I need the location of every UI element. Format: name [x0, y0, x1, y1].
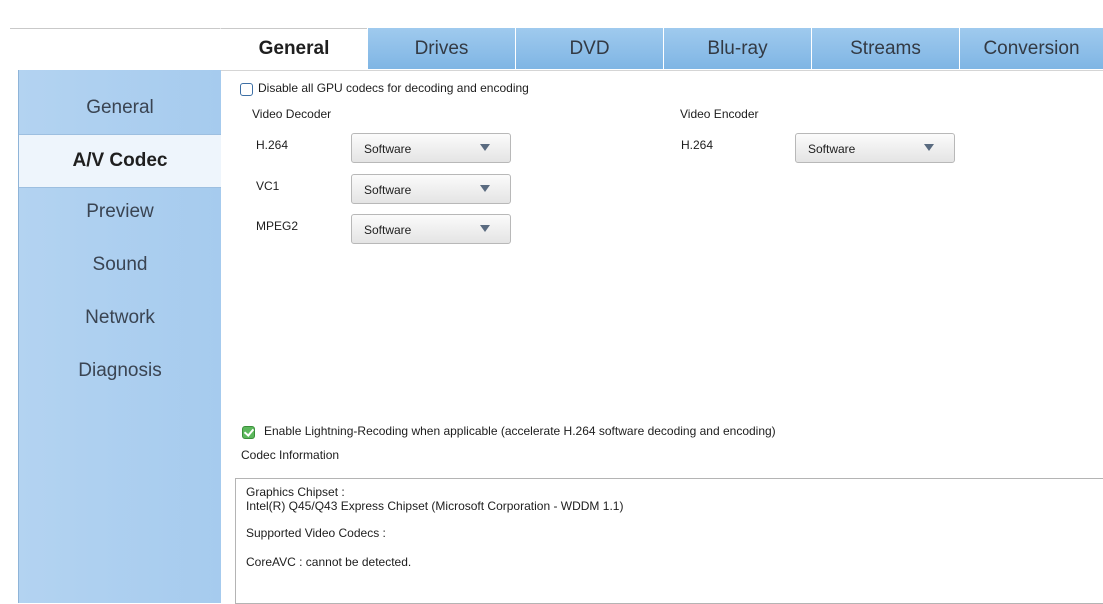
encoder-h264-select[interactable]: Software: [795, 133, 955, 163]
disable-gpu-label: Disable all GPU codecs for decoding and …: [258, 81, 529, 95]
lightning-recoding-label: Enable Lightning-Recoding when applicabl…: [264, 424, 776, 438]
chevron-down-icon: [480, 225, 490, 232]
tab-bar: General Drives DVD Blu-ray Streams Conve…: [10, 28, 1103, 71]
sidebar-item-sound[interactable]: Sound: [19, 239, 221, 291]
codec-info-title: Codec Information: [241, 448, 340, 462]
sidebar-item-network[interactable]: Network: [19, 292, 221, 344]
decoder-mpeg2-label: MPEG2: [256, 219, 299, 233]
disable-gpu-checkbox[interactable]: [240, 83, 253, 96]
chevron-down-icon: [480, 144, 490, 151]
decoder-mpeg2-select[interactable]: Software: [351, 214, 511, 244]
sidebar: General A/V Codec Preview Sound Network …: [18, 70, 221, 603]
tab-drives[interactable]: Drives: [367, 28, 515, 69]
tab-bar-spacer: [10, 28, 220, 71]
decoder-h264-label: H.264: [256, 138, 289, 152]
graphics-chipset-value: Intel(R) Q45/Q43 Express Chipset (Micros…: [246, 499, 624, 513]
tab-blu-ray[interactable]: Blu-ray: [663, 28, 811, 69]
decoder-mpeg2-value: Software: [364, 223, 412, 237]
tab-general[interactable]: General: [220, 28, 367, 69]
video-encoder-title: Video Encoder: [680, 107, 759, 121]
tab-conversion[interactable]: Conversion: [959, 28, 1103, 69]
graphics-chipset-label: Graphics Chipset :: [246, 485, 345, 499]
sidebar-item-preview[interactable]: Preview: [19, 186, 221, 238]
chevron-down-icon: [924, 144, 934, 151]
sidebar-item-av-codec[interactable]: A/V Codec: [19, 134, 221, 188]
encoder-h264-label: H.264: [681, 138, 714, 152]
tab-streams[interactable]: Streams: [811, 28, 959, 69]
codec-info-box: Graphics Chipset : Intel(R) Q45/Q43 Expr…: [235, 478, 1103, 604]
supported-codecs-label: Supported Video Codecs :: [246, 526, 386, 540]
tab-dvd[interactable]: DVD: [515, 28, 663, 69]
encoder-h264-value: Software: [808, 142, 856, 156]
decoder-vc1-label: VC1: [256, 179, 280, 193]
decoder-h264-select[interactable]: Software: [351, 133, 511, 163]
sidebar-item-general[interactable]: General: [19, 82, 221, 134]
content-panel: Disable all GPU codecs for decoding and …: [221, 70, 1103, 604]
coreavc-status: CoreAVC : cannot be detected.: [246, 555, 412, 569]
lightning-recoding-checkbox[interactable]: [242, 426, 255, 439]
chevron-down-icon: [480, 185, 490, 192]
decoder-vc1-select[interactable]: Software: [351, 174, 511, 204]
top-strip: [0, 0, 1103, 10]
decoder-vc1-value: Software: [364, 183, 412, 197]
decoder-h264-value: Software: [364, 142, 412, 156]
video-decoder-title: Video Decoder: [252, 107, 332, 121]
sidebar-item-diagnosis[interactable]: Diagnosis: [19, 345, 221, 397]
